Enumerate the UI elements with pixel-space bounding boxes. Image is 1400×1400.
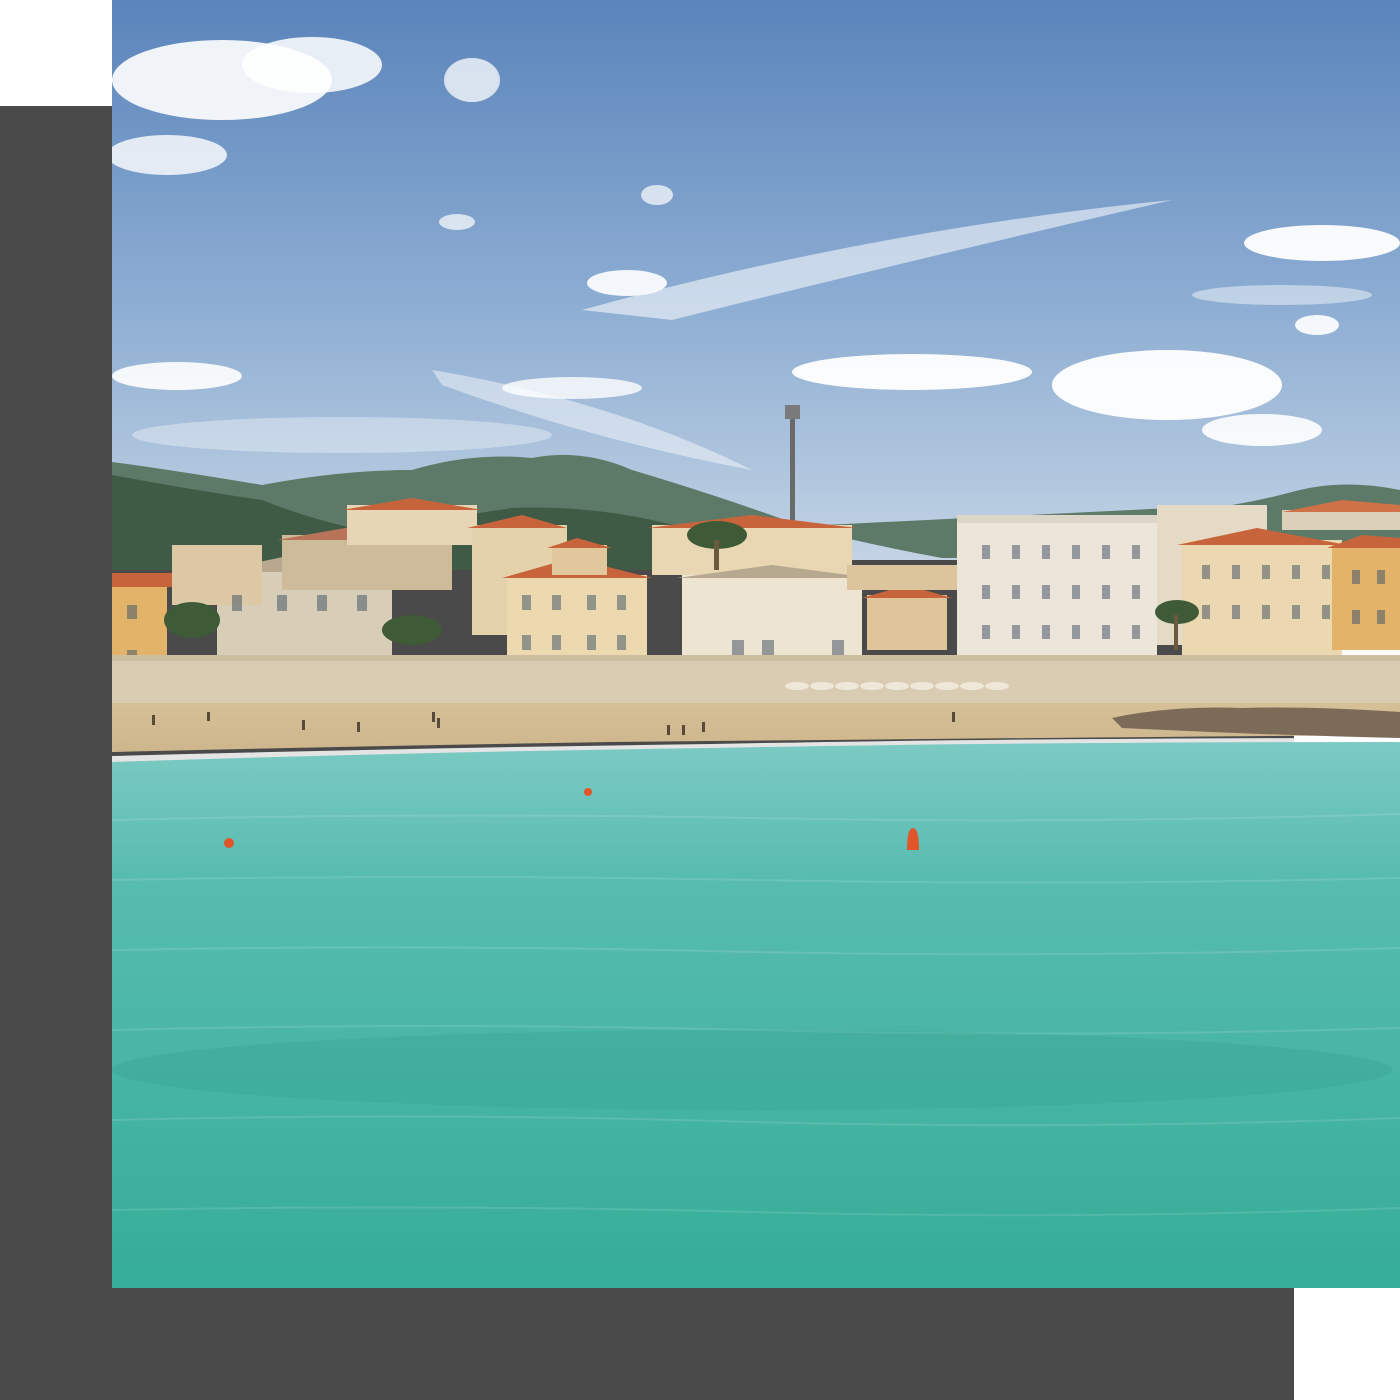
sea xyxy=(112,742,1400,1288)
beach-town-scene xyxy=(112,0,1400,1288)
water-shadow xyxy=(112,1030,1392,1110)
seafront-wall xyxy=(112,655,1400,703)
beach-town-photo xyxy=(112,0,1400,1288)
beach-umbrellas xyxy=(785,682,1009,690)
image-canvas xyxy=(0,0,1400,1400)
